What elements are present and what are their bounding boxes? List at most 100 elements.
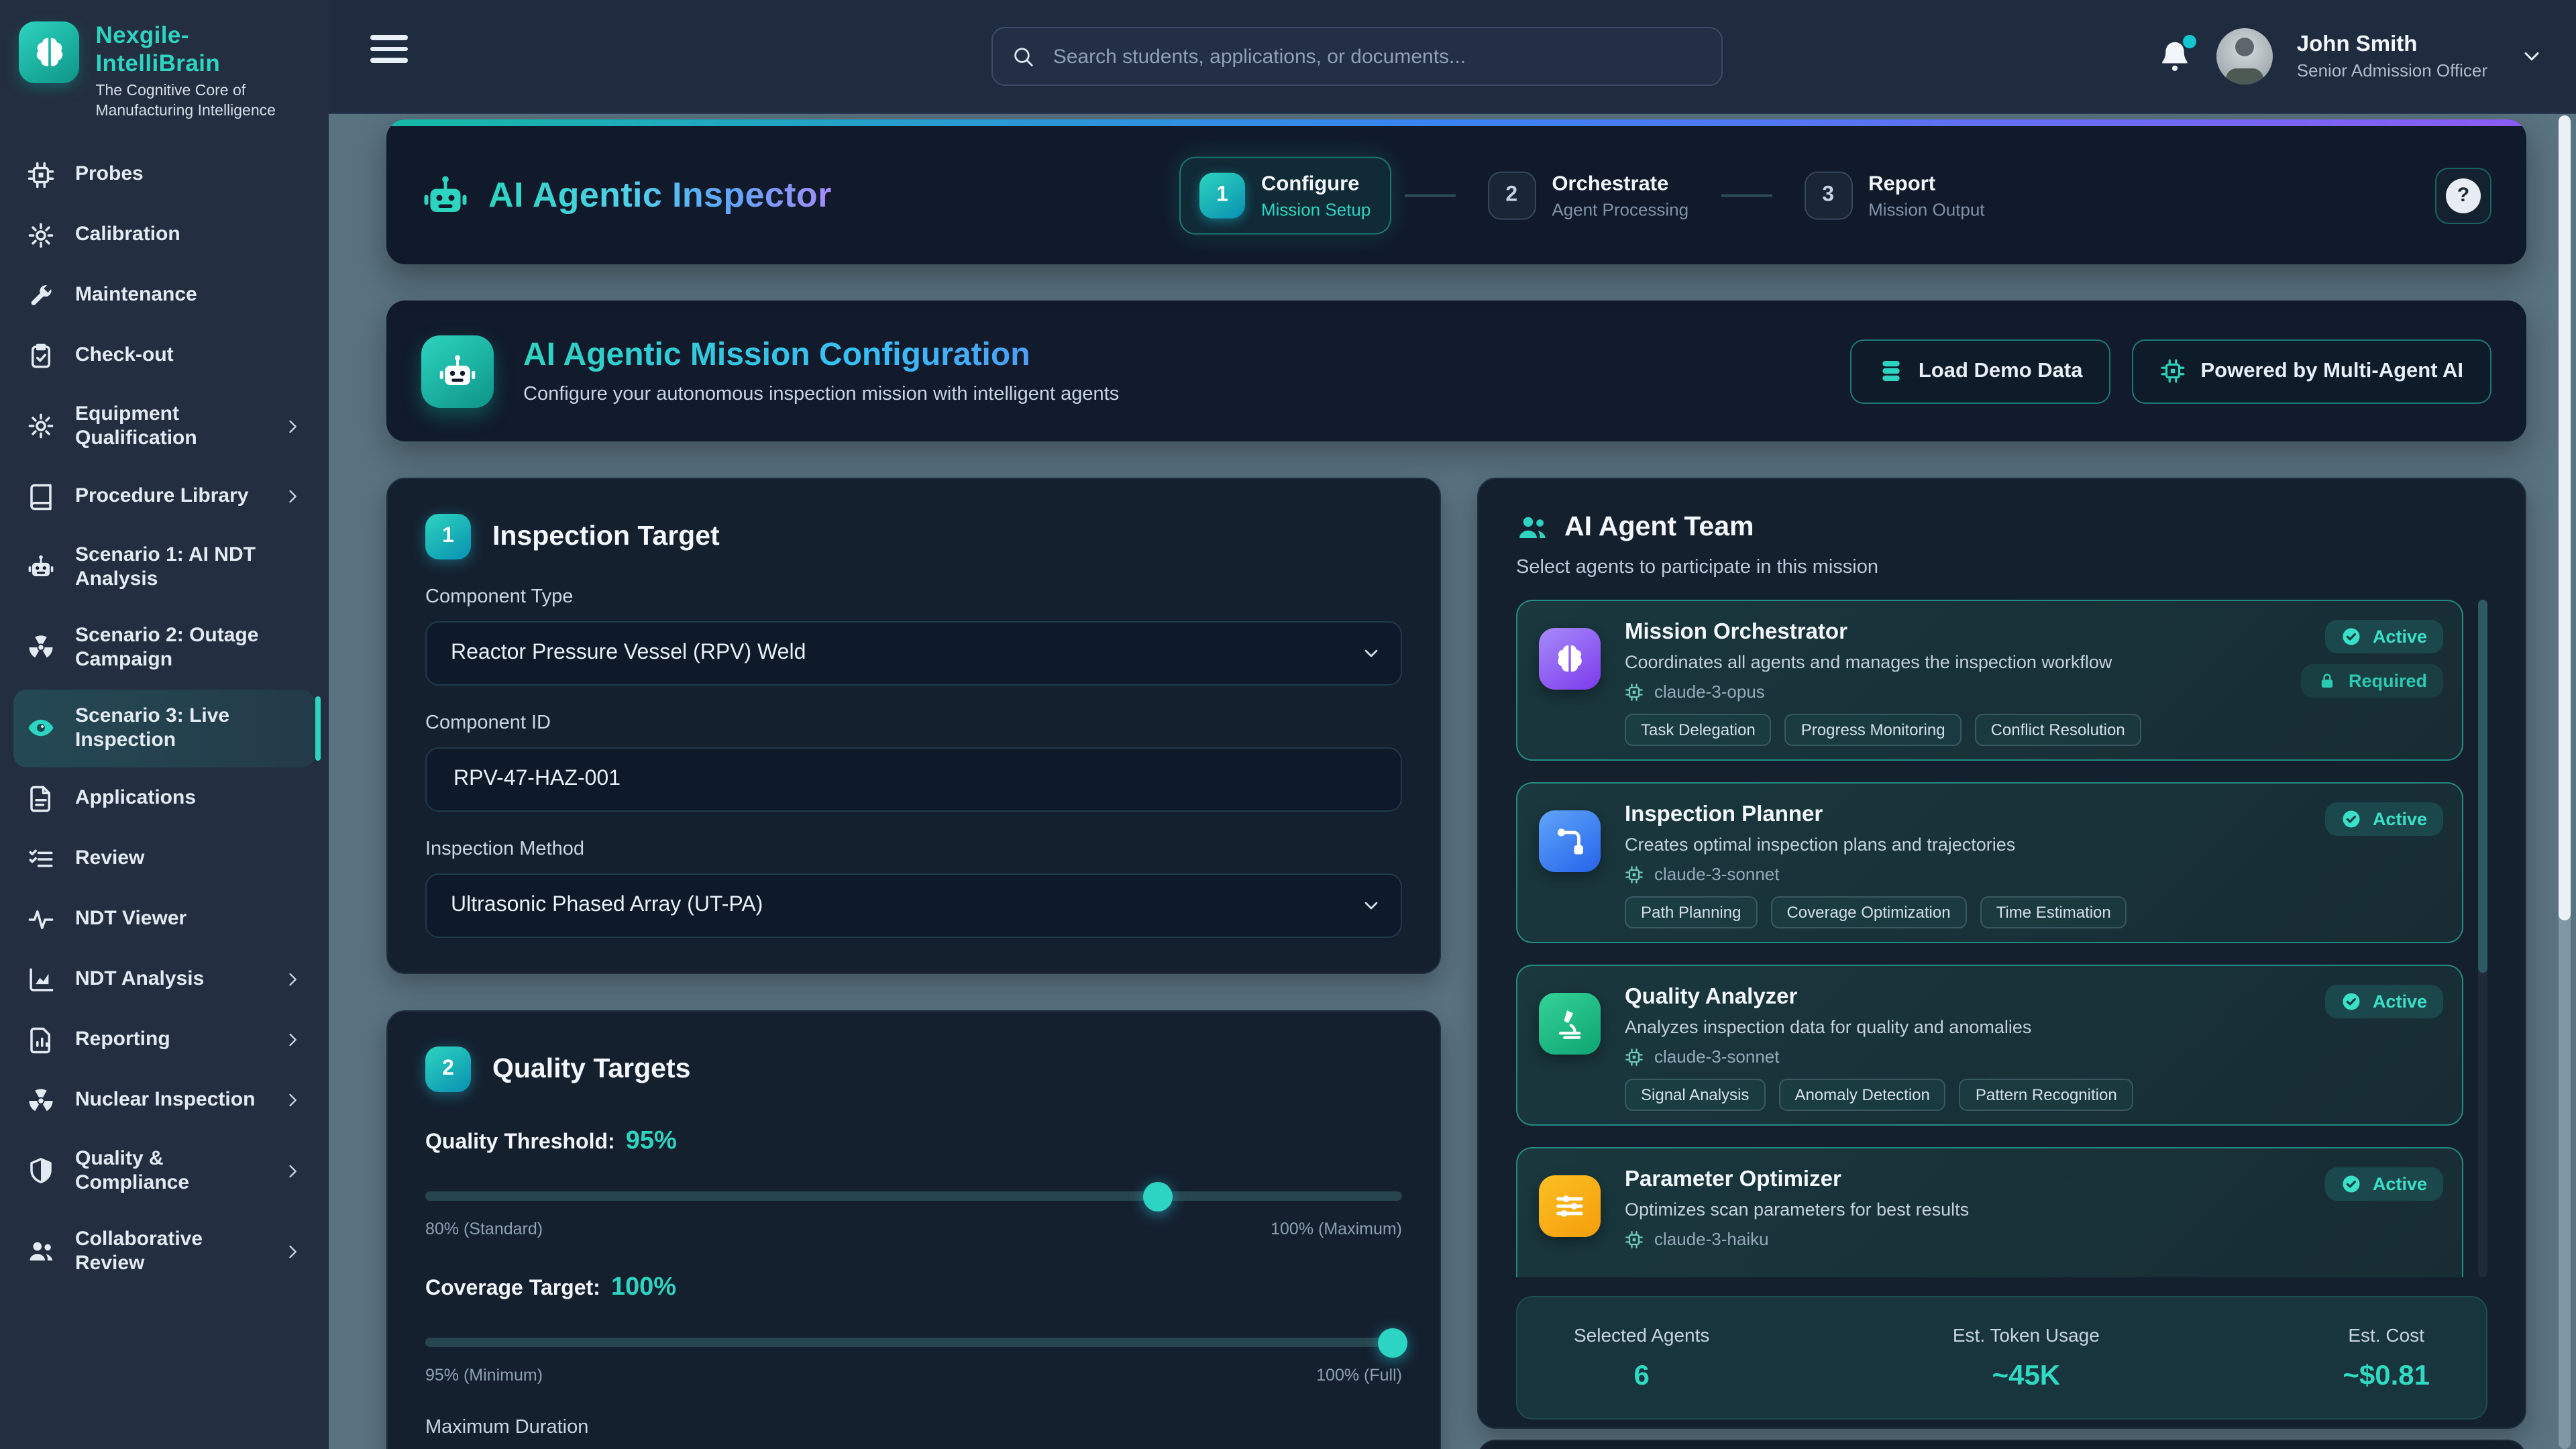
estimate-summary: Selected Agents 6 Est. Token Usage ~45K … — [1516, 1296, 2487, 1419]
file-icon — [27, 785, 55, 813]
banner-title: AI Agentic Mission Configuration — [523, 337, 1119, 374]
banner-subtitle: Configure your autonomous inspection mis… — [523, 384, 1119, 405]
sidebar-item-calibration[interactable]: Calibration — [13, 207, 315, 264]
question-icon: ? — [2446, 178, 2481, 213]
sidebar-item-quality-compliance[interactable]: Quality & Compliance — [13, 1132, 315, 1210]
capability-tag: Pattern Recognition — [1960, 1079, 2133, 1111]
radiation-icon — [27, 1087, 55, 1115]
notifications-button[interactable] — [2157, 39, 2192, 74]
sidebar-item-ndt-viewer[interactable]: NDT Viewer — [13, 891, 315, 949]
panel-title: AI Agent Team — [1564, 511, 1754, 543]
chevron-down-icon — [1360, 643, 1382, 664]
robot-icon — [421, 335, 494, 407]
powered-by-multi-agent-ai-button: Powered by Multi-Agent AI — [2132, 339, 2491, 403]
report-icon — [27, 1026, 55, 1055]
microscope-icon — [1539, 993, 1601, 1055]
agent-team-panel: AI Agent Team Select agents to participa… — [1477, 478, 2526, 1429]
agent-card-inspection-planner[interactable]: Active Inspection Planner Creates optima… — [1516, 782, 2463, 943]
book-icon — [27, 483, 55, 511]
load-demo-data-button[interactable]: Load Demo Data — [1850, 339, 2111, 403]
active-badge: Active — [2326, 620, 2443, 653]
slider-track[interactable] — [425, 1191, 1402, 1201]
component-id-input[interactable] — [425, 747, 1402, 812]
field-label: Inspection Method — [425, 839, 1402, 860]
agent-model: claude-3-sonnet — [1654, 864, 1779, 884]
page-scrollbar[interactable] — [2559, 115, 2571, 1449]
wizard-step-orchestrate[interactable]: 2 Orchestrate Agent Processing — [1468, 158, 1707, 233]
avatar[interactable] — [2216, 28, 2273, 85]
sidebar-item-maintenance[interactable]: Maintenance — [13, 267, 315, 325]
sidebar-item-collaborative-review[interactable]: Collaborative Review — [13, 1213, 315, 1291]
wizard-step-report[interactable]: 3 Report Mission Output — [1785, 158, 2003, 233]
duration-label: Maximum Duration — [425, 1417, 1402, 1438]
target-fields: Component TypeReactor Pressure Vessel (R… — [425, 586, 1402, 938]
sidebar-item-nuclear-inspection[interactable]: Nuclear Inspection — [13, 1072, 315, 1130]
sidebar-item-procedure-library[interactable]: Procedure Library — [13, 468, 315, 526]
user-info[interactable]: John Smith Senior Admission Officer — [2297, 32, 2487, 81]
chevron-right-icon — [283, 1242, 302, 1261]
main-content: AI Agentic Inspector 1 Configure Mission… — [329, 113, 2576, 1449]
search-icon — [1012, 44, 1034, 68]
inspection-method-select[interactable]: Ultrasonic Phased Array (UT-PA) — [425, 873, 1402, 938]
sidebar: Nexgile-IntelliBrain The Cognitive Core … — [0, 0, 329, 1449]
step-number-badge: 1 — [425, 514, 471, 559]
route-icon — [1539, 810, 1601, 872]
topbar: John Smith Senior Admission Officer — [329, 0, 2576, 114]
agent-list-scrollbar[interactable] — [2478, 600, 2487, 1277]
app-window: Nexgile-IntelliBrain The Cognitive Core … — [0, 0, 2576, 1449]
inspection-target-panel: 1 Inspection Target Component TypeReacto… — [386, 478, 1441, 974]
notification-dot — [2183, 35, 2196, 48]
user-name: John Smith — [2297, 32, 2487, 58]
agent-card-mission-orchestrator[interactable]: Active Required Mission Orchestrator Coo… — [1516, 600, 2463, 761]
menu-icon[interactable] — [370, 35, 408, 69]
agent-card-parameter-optimizer[interactable]: Active Parameter Optimizer Optimizes sca… — [1516, 1147, 2463, 1277]
sidebar-item-equipment-qualification[interactable]: Equipment Qualification — [13, 388, 315, 466]
wizard-step-configure[interactable]: 1 Configure Mission Setup — [1179, 156, 1391, 235]
brand-brain-icon — [19, 21, 79, 83]
sidebar-item-check-out[interactable]: Check-out — [13, 327, 315, 385]
chevron-down-icon — [1360, 895, 1382, 916]
clipboard-check-icon — [27, 342, 55, 370]
sidebar-item-applications[interactable]: Applications — [13, 770, 315, 828]
sidebar-item-ndt-analysis[interactable]: NDT Analysis — [13, 951, 315, 1009]
gradient-bar — [386, 119, 2526, 126]
capability-tag: Time Estimation — [1980, 896, 2127, 928]
search-input[interactable] — [1051, 44, 1703, 69]
mission-config-banner: AI Agentic Mission Configuration Configu… — [386, 301, 2526, 441]
radiation-icon — [27, 634, 55, 662]
slider-group: Quality Threshold: 95% 80% (Standard) 10… — [425, 1127, 1402, 1238]
slider-track[interactable] — [425, 1338, 1402, 1347]
cost-label: Est. Cost — [2348, 1324, 2424, 1345]
agent-model: claude-3-opus — [1654, 682, 1765, 702]
step-number-badge: 2 — [425, 1046, 471, 1092]
token-usage-label: Est. Token Usage — [1953, 1324, 2100, 1345]
banner-buttons: Load Demo Data Powered by Multi-Agent AI — [1850, 339, 2491, 403]
sidebar-item-review[interactable]: Review — [13, 830, 315, 888]
brand-tagline: The Cognitive Core of Manufacturing Inte… — [95, 82, 310, 122]
help-button[interactable]: ? — [2435, 167, 2491, 223]
shield-icon — [27, 1157, 55, 1185]
sidebar-item-scenario-1-ai-ndt-analysis[interactable]: Scenario 1: AI NDT Analysis — [13, 529, 315, 606]
sidebar-item-probes[interactable]: Probes — [13, 146, 315, 204]
sidebar-item-reporting[interactable]: Reporting — [13, 1012, 315, 1069]
lock-icon — [2318, 671, 2338, 691]
component-type-select[interactable]: Reactor Pressure Vessel (RPV) Weld — [425, 621, 1402, 686]
slider-thumb[interactable] — [1143, 1181, 1173, 1211]
agent-card-quality-analyzer[interactable]: Active Quality Analyzer Analyzes inspect… — [1516, 965, 2463, 1126]
search-bar[interactable] — [991, 27, 1723, 86]
active-badge: Active — [2326, 802, 2443, 836]
quality-targets-panel: 2 Quality Targets Quality Threshold: 95%… — [386, 1010, 1441, 1449]
sidebar-item-scenario-3-live-inspection[interactable]: Scenario 3: Live Inspection — [13, 690, 315, 767]
agent-description: Analyzes inspection data for quality and… — [1625, 1017, 2440, 1037]
selected-agents-value: 6 — [1634, 1360, 1650, 1392]
cpu-icon — [1625, 1047, 1644, 1066]
database-icon — [1878, 358, 1904, 384]
step-connector — [1404, 194, 1455, 197]
slider-thumb[interactable] — [1377, 1328, 1407, 1357]
text-input[interactable] — [451, 766, 1377, 793]
waveform-icon — [27, 906, 55, 934]
sidebar-item-scenario-2-outage-campaign[interactable]: Scenario 2: Outage Campaign — [13, 609, 315, 687]
users-icon — [27, 1238, 55, 1266]
sliders-icon — [1539, 1175, 1601, 1237]
chevron-down-icon[interactable] — [2520, 44, 2544, 68]
